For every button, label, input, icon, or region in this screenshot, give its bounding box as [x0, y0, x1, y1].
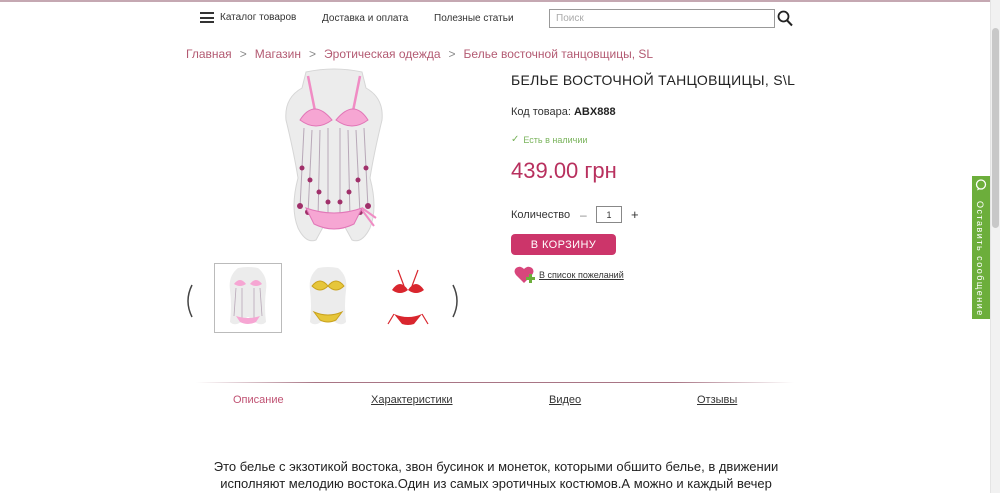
product-main-image[interactable]: [244, 68, 424, 250]
nav-link-delivery[interactable]: Доставка и оплата: [322, 13, 408, 24]
tab-characteristics[interactable]: Характеристики: [371, 394, 453, 406]
stock-status-text: Есть в наличии: [523, 134, 588, 145]
breadcrumb-home[interactable]: Главная: [186, 47, 232, 61]
feedback-side-tab[interactable]: Оставить сообщение: [972, 176, 990, 319]
product-sku: Код товара: ABX888: [511, 106, 616, 118]
add-to-cart-button[interactable]: В КОРЗИНУ: [511, 234, 616, 255]
thumbnail-gold-image: [309, 267, 347, 325]
wishlist-link[interactable]: В список пожеланий: [514, 265, 624, 285]
product-price: 439.00 грн: [511, 158, 617, 183]
stock-status: ✓ Есть в наличии: [511, 134, 587, 145]
quantity-label: Количество: [511, 209, 571, 221]
scrollbar-thumb[interactable]: [992, 28, 999, 228]
quantity-input[interactable]: [596, 206, 622, 223]
page-scrollbar[interactable]: [990, 0, 1000, 493]
breadcrumb-separator: >: [239, 47, 247, 61]
quantity-decrease-button[interactable]: –: [580, 208, 587, 222]
thumbnail-pink-image: [229, 267, 267, 325]
sku-label: Код товара:: [511, 106, 571, 118]
quantity-increase-button[interactable]: +: [631, 207, 639, 222]
breadcrumb-separator: >: [448, 47, 456, 61]
product-description: Это белье с экзотикой востока, звон буси…: [213, 459, 779, 491]
catalog-menu-button[interactable]: Каталог товаров: [200, 12, 296, 23]
wishlist-label: В список пожеланий: [539, 270, 624, 280]
breadcrumb-current[interactable]: Белье восточной танцовщицы, SL: [464, 47, 654, 61]
product-title: БЕЛЬЕ ВОСТОЧНОЙ ТАНЦОВЩИЦЫ, S\L: [511, 72, 796, 88]
tab-video[interactable]: Видео: [549, 394, 581, 406]
thumbnail-red[interactable]: [374, 263, 442, 333]
heart-plus-icon: [514, 266, 535, 283]
chevron-right-icon[interactable]: [449, 283, 463, 319]
check-icon: ✓: [511, 134, 520, 145]
thumbnail-red-image: [387, 269, 429, 325]
catalog-menu-label: Каталог товаров: [220, 12, 297, 23]
nav-link-articles[interactable]: Полезные статьи: [434, 13, 514, 24]
feedback-label: Оставить сообщение: [975, 201, 985, 317]
site-header: Каталог товаров Доставка и оплата Полезн…: [0, 2, 990, 32]
chat-bubble-icon: [975, 179, 987, 191]
hamburger-icon: [200, 12, 214, 23]
breadcrumb-separator: >: [309, 47, 317, 61]
thumbnail-gold[interactable]: [294, 263, 362, 333]
search-icon[interactable]: [777, 10, 793, 27]
sku-value: ABX888: [573, 106, 616, 118]
search-input[interactable]: [549, 9, 775, 28]
tab-reviews[interactable]: Отзывы: [697, 394, 737, 406]
breadcrumb-category[interactable]: Эротическая одежда: [324, 47, 441, 61]
thumbnail-pink[interactable]: [214, 263, 282, 333]
tabs-divider: [196, 382, 794, 383]
breadcrumb-shop[interactable]: Магазин: [255, 47, 301, 61]
breadcrumb: Главная > Магазин > Эротическая одежда >…: [186, 47, 653, 61]
thumbnail-strip: [214, 263, 442, 333]
chevron-left-icon[interactable]: [182, 283, 196, 319]
tab-description[interactable]: Описание: [233, 394, 284, 406]
